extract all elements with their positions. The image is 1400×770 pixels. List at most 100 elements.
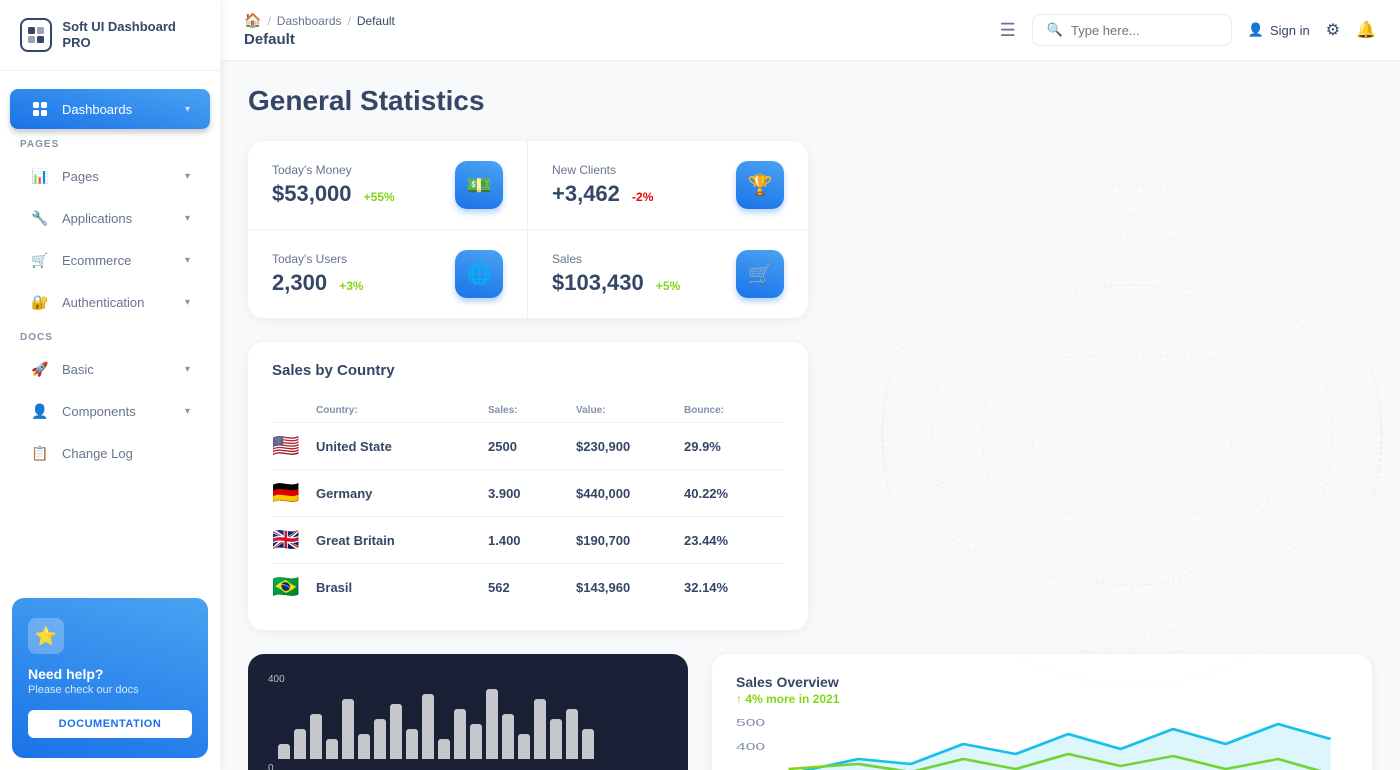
sidebar-item-label: Authentication [62,295,144,310]
clients-badge: -2% [632,190,653,204]
bar [470,724,482,759]
sales-amount: $103,430 [552,270,644,295]
bar-chart-card: 400 0 [248,654,688,770]
bounce-br: 32.14% [684,580,784,595]
flag-de: 🇩🇪 [272,480,308,506]
sidebar-item-label: Components [62,404,136,419]
sidebar-item-components[interactable]: 👤 Components ▾ [10,391,210,431]
sidebar-item-pages[interactable]: 📊 Pages ▾ [10,156,210,196]
chevron-down-icon: ▾ [185,364,190,375]
page-title-breadcrumb: Default [244,31,395,48]
sidebar-item-dashboards[interactable]: Dashboards ▾ [10,89,210,129]
menu-toggle-button[interactable]: ☰ [1000,20,1016,41]
sidebar-item-label: Dashboards [62,102,132,117]
breadcrumb: 🏠 / Dashboards / Default [244,12,395,29]
stat-card-sales: Sales $103,430 +5% 🛒 [528,230,808,318]
sidebar-item-ecommerce[interactable]: 🛒 Ecommerce ▾ [10,240,210,280]
country-name-gb: Great Britain [316,533,480,548]
documentation-button[interactable]: DOCUMENTATION [28,710,192,738]
flag-br: 🇧🇷 [272,574,308,600]
chevron-down-icon: ▾ [185,171,190,182]
home-icon[interactable]: 🏠 [244,12,261,29]
logo-icon [20,18,52,52]
value-de: $440,000 [576,486,676,501]
overview-title: Sales Overview [736,674,1348,690]
sidebar-item-label: Applications [62,211,132,226]
sales-badge: +5% [656,279,680,293]
docs-section-label: DOCS [0,324,220,347]
chevron-down-icon: ▾ [185,406,190,417]
bounce-de: 40.22% [684,486,784,501]
sales-br: 562 [488,580,568,595]
settings-icon[interactable]: ⚙ [1326,20,1340,40]
users-icon: 🌐 [455,250,503,298]
signin-label: Sign in [1270,23,1310,38]
help-title: Need help? [28,666,192,682]
user-icon: 👤 [1248,22,1264,38]
clients-amount: +3,462 [552,181,620,206]
components-icon: 👤 [30,401,50,421]
money-badge: +55% [364,190,395,204]
chevron-down-icon: ▾ [185,104,190,115]
changelog-icon: 📋 [30,443,50,463]
bounce-gb: 23.44% [684,533,784,548]
bar [582,729,594,759]
svg-text:400: 400 [736,742,765,753]
breadcrumb-dashboards[interactable]: Dashboards [277,14,342,28]
stat-value-clients: +3,462 -2% [552,181,653,207]
bounce-us: 29.9% [684,439,784,454]
table-row: 🇺🇸 United State 2500 $230,900 29.9% [272,423,784,470]
country-name-de: Germany [316,486,480,501]
sales-by-country: Sales by Country Country: Sales: Value: … [248,342,808,630]
logo-text: Soft UI Dashboard PRO [62,19,200,50]
bar-chart [268,689,668,759]
topbar: 🏠 / Dashboards / Default Default ☰ 🔍 👤 S… [220,0,1400,61]
sales-de: 3.900 [488,486,568,501]
bar [310,714,322,759]
page-title: General Statistics [248,85,1372,117]
chart-y-400: 400 [268,674,668,685]
breadcrumb-current: Default [357,14,395,28]
overview-chart: 500 400 [736,714,1348,770]
svg-text:500: 500 [736,718,765,729]
sidebar-item-label: Change Log [62,446,133,461]
country-name-us: United State [316,439,480,454]
stat-card-users: Today's Users 2,300 +3% 🌐 [248,230,528,318]
value-br: $143,960 [576,580,676,595]
sidebar-item-basic[interactable]: 🚀 Basic ▾ [10,349,210,389]
bar [326,739,338,759]
notifications-icon[interactable]: 🔔 [1356,20,1376,40]
table-row: 🇩🇪 Germany 3.900 $440,000 40.22% [272,470,784,517]
stat-label-users: Today's Users [272,252,364,266]
sidebar-item-authentication[interactable]: 🔐 Authentication ▾ [10,282,210,322]
chevron-down-icon: ▾ [185,255,190,266]
bar [502,714,514,759]
bar [390,704,402,759]
bar [406,729,418,759]
sidebar-item-applications[interactable]: 🔧 Applications ▾ [10,198,210,238]
applications-icon: 🔧 [30,208,50,228]
topbar-right: ☰ 🔍 👤 Sign in ⚙ 🔔 [1000,14,1376,46]
bar [342,699,354,759]
sidebar-item-changelog[interactable]: 📋 Change Log [10,433,210,473]
bar [374,719,386,759]
dashboards-icon [30,99,50,119]
search-input[interactable] [1071,23,1217,38]
bar [358,734,370,759]
sidebar-item-label: Ecommerce [62,253,131,268]
globe-decoration [832,165,1400,705]
sidebar-logo: Soft UI Dashboard PRO [0,0,220,71]
flag-us: 🇺🇸 [272,433,308,459]
country-name-br: Brasil [316,580,480,595]
search-icon: 🔍 [1047,22,1063,38]
sales-us: 2500 [488,439,568,454]
value-gb: $190,700 [576,533,676,548]
col-header-value: Value: [576,405,676,416]
breadcrumb-sep2: / [348,14,351,28]
bar [550,719,562,759]
bar [566,709,578,759]
signin-button[interactable]: 👤 Sign in [1248,22,1310,38]
sales-gb: 1.400 [488,533,568,548]
main-area: 🏠 / Dashboards / Default Default ☰ 🔍 👤 S… [220,0,1400,770]
stat-value-sales: $103,430 +5% [552,270,680,296]
